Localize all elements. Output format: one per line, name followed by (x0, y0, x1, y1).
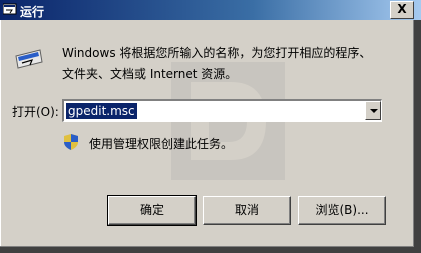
admin-notice: 使用管理权限创建此任务。 (89, 137, 234, 151)
frame-edge (414, 20, 421, 253)
open-input[interactable]: gpedit.msc (66, 103, 137, 119)
run-icon (3, 3, 17, 15)
title-bar[interactable]: 运行 X (0, 0, 421, 20)
chevron-down-icon[interactable] (365, 101, 381, 120)
frame-edge (0, 20, 1, 253)
uac-shield-icon (64, 134, 78, 150)
ok-button[interactable]: 确定 (107, 195, 197, 226)
run-dialog: 运行 X Windows 将根据您所输入的名称，为您打开相应的程序、 文件夹、文… (0, 0, 421, 253)
close-button[interactable]: X (390, 1, 414, 19)
frame-edge (0, 247, 414, 253)
browse-button[interactable]: 浏览(B)... (298, 196, 386, 225)
description-line: 文件夹、文档或 Internet 资源。 (62, 67, 238, 81)
window-title: 运行 (20, 5, 45, 19)
description-line: Windows 将根据您所输入的名称，为您打开相应的程序、 (62, 46, 372, 60)
open-label: 打开(O): (12, 105, 59, 119)
open-combobox[interactable]: gpedit.msc (62, 99, 382, 122)
cancel-button[interactable]: 取消 (203, 196, 291, 225)
run-icon (15, 49, 43, 69)
